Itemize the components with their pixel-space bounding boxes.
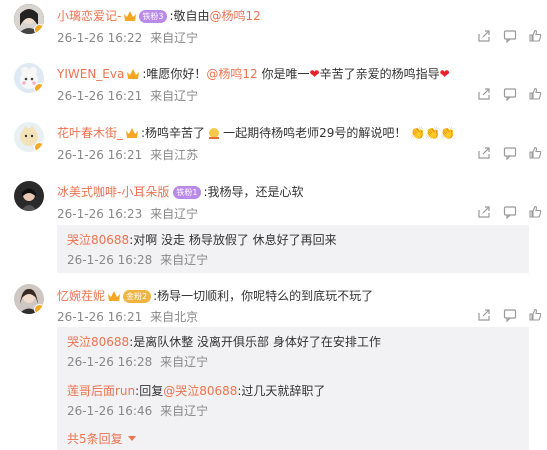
avatar-image [14,181,44,211]
share-icon[interactable] [477,87,491,101]
crown-icon [108,291,121,301]
reply-text: :过几天就辞职了 [237,384,326,398]
comment-text: :我杨导，还是心软 [203,185,304,199]
tired-emoji-icon [209,128,220,139]
more-replies-label: 共5条回复 [67,432,123,446]
username-link[interactable]: 花叶春木街_ [57,126,123,140]
reply-location: 来自辽宁 [160,404,209,418]
fan-badge: 铁粉3 [139,10,168,23]
mention-link[interactable]: @杨鸣12 [209,9,260,23]
reply-username-link[interactable]: 哭泣80688 [67,335,129,349]
reply-text: :是离队休整 没离开俱乐部 身体好了在安排工作 [129,335,381,349]
comment-time: 26-1-26 16:22 [57,31,143,45]
verified-badge-icon [34,83,44,93]
reply-line: 哭泣80688:是离队休整 没离开俱乐部 身体好了在安排工作 [67,335,381,349]
comment-text: :敬自由 [169,9,210,23]
reply-box: 哭泣80688:对啊 没走 杨导放假了 休息好了再回来 26-1-26 16:2… [57,225,529,273]
reply-meta: 26-1-26 16:46 来自辽宁 [67,404,208,418]
comment-text: :杨鸣辛苦了 [141,126,206,140]
share-icon[interactable] [477,308,491,322]
avatar[interactable] [14,181,44,211]
more-replies-link[interactable]: 共5条回复 [67,432,137,446]
like-icon[interactable] [528,308,542,322]
reply-time: 26-1-26 16:28 [67,253,153,267]
comment-text: :杨导一切顺利，你呢特么的到底玩不玩了 [153,289,374,303]
comment-time: 26-1-26 16:21 [57,310,143,324]
comment-line: 花叶春木街_ :杨鸣辛苦了 一起期待杨鸣老师29号的解说吧！ 👏👏👏 [57,125,455,141]
reply-username-link[interactable]: 哭泣80688 [67,233,129,247]
like-icon[interactable] [528,87,542,101]
mention-link[interactable]: @哭泣80688 [163,384,237,398]
like-icon[interactable] [528,29,542,43]
fan-badge: 铁粉1 [173,186,202,199]
reply-meta: 26-1-26 16:28 来自辽宁 [67,355,208,369]
reply-time: 26-1-26 16:28 [67,355,153,369]
comment-meta: 26-1-26 16:21 来自江苏 [57,148,198,162]
like-icon[interactable] [528,205,542,219]
crown-icon [126,128,139,138]
comment-location: 来自北京 [150,310,199,324]
avatar[interactable] [14,4,44,34]
comment-time: 26-1-26 16:23 [57,207,143,221]
comment-line: YIWEN_Eva:唯愿你好！@杨鸣12 你是唯一❤辛苦了亲爱的杨鸣指导❤ [57,66,450,82]
verified-badge-icon [34,24,44,34]
share-icon[interactable] [477,29,491,43]
comment-icon[interactable] [503,87,517,102]
comment-line: 冰美式咖啡-小耳朵版 铁粉1:我杨导，还是心软 [57,184,303,200]
verified-badge-icon [34,142,44,152]
comment-meta: 26-1-26 16:21 来自辽宁 [57,89,198,103]
share-icon[interactable] [477,205,491,219]
comment-location: 来自辽宁 [150,207,199,221]
share-icon[interactable] [477,146,491,160]
like-icon[interactable] [528,146,542,160]
reply-username-link[interactable]: 莲哥后面run [67,384,135,398]
reply-location: 来自辽宁 [160,253,209,267]
comment-icon[interactable] [503,29,517,44]
caret-down-icon [128,436,137,441]
crown-icon [124,11,137,21]
username-link[interactable]: YIWEN_Eva [57,67,124,81]
comment-text: 辛苦了亲爱的杨鸣指导 [319,67,440,81]
comment-line: 小璃恋爱记- 铁粉3:敬自由@杨鸣12 [57,8,261,24]
comment-time: 26-1-26 16:21 [57,148,143,162]
reply-prefix: :回复 [135,384,164,398]
comment-icon[interactable] [503,308,517,323]
comment-meta: 26-1-26 16:21 来自北京 [57,310,198,324]
username-link[interactable]: 小璃恋爱记- [57,9,121,23]
comment-line: 忆婉茬妮 金粉2:杨导一切顺利，你呢特么的到底玩不玩了 [57,288,373,304]
reply-location: 来自辽宁 [160,355,209,369]
comment-location: 来自辽宁 [150,89,199,103]
fan-badge: 金粉2 [123,290,152,303]
comment-location: 来自江苏 [150,148,199,162]
reply-time: 26-1-26 16:46 [67,404,153,418]
avatar[interactable] [14,122,44,152]
heart-emoji-icon: ❤ [439,67,450,81]
avatar[interactable] [14,63,44,93]
comment-icon[interactable] [503,205,517,220]
reply-box: 哭泣80688:是离队休整 没离开俱乐部 身体好了在安排工作 26-1-26 1… [57,327,529,450]
comment-meta: 26-1-26 16:23 来自辽宁 [57,207,198,221]
avatar[interactable] [14,284,44,314]
comment-time: 26-1-26 16:21 [57,89,143,103]
comment-text: :唯愿你好！ [142,67,207,81]
comment-text: 你是唯一 [257,67,310,81]
mention-link[interactable]: @杨鸣12 [206,67,257,81]
comment-text: 一起期待杨鸣老师29号的解说吧！ [223,126,407,140]
comment-icon[interactable] [503,146,517,161]
reply-line: 哭泣80688:对啊 没走 杨导放假了 休息好了再回来 [67,233,337,247]
comment-location: 来自辽宁 [150,31,199,45]
reply-meta: 26-1-26 16:28 来自辽宁 [67,253,208,267]
comment-meta: 26-1-26 16:22 来自辽宁 [57,31,198,45]
heart-emoji-icon: ❤ [309,67,320,81]
crown-icon [127,69,140,79]
reply-line: 莲哥后面run:回复@哭泣80688:过几天就辞职了 [67,384,325,398]
username-link[interactable]: 冰美式咖啡-小耳朵版 [57,185,169,199]
verified-badge-icon [34,304,44,314]
username-link[interactable]: 忆婉茬妮 [57,289,105,303]
clap-emoji-icon: 👏👏👏 [406,126,455,140]
reply-text: :对啊 没走 杨导放假了 休息好了再回来 [129,233,337,247]
